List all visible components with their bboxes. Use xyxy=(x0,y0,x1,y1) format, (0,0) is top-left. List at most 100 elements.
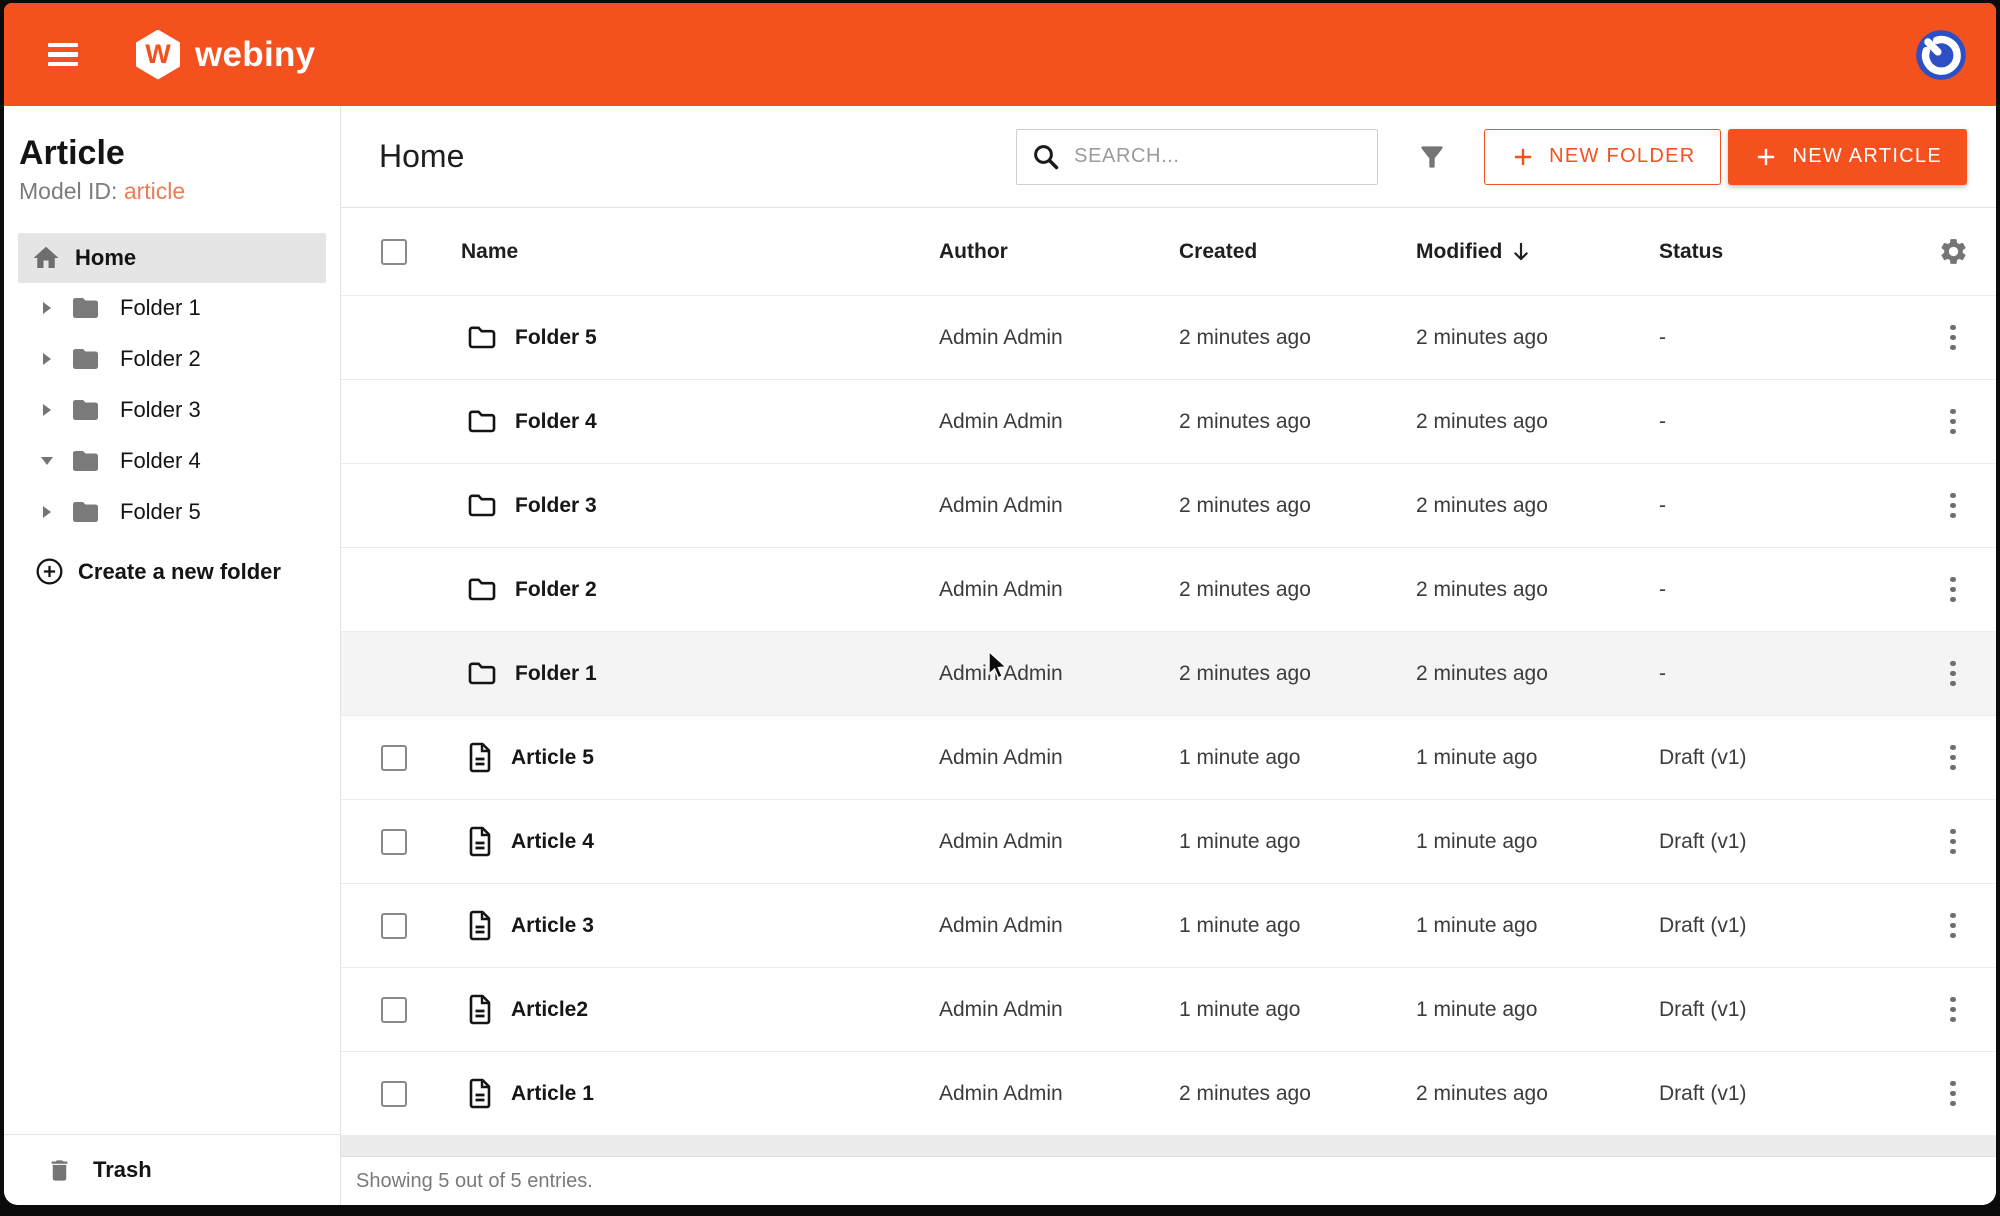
row-status: - xyxy=(1659,578,1925,602)
column-header-author[interactable]: Author xyxy=(939,240,1179,264)
row-status: Draft (v1) xyxy=(1659,914,1925,938)
row-actions-button[interactable] xyxy=(1925,907,1981,945)
row-modified: 2 minutes ago xyxy=(1416,410,1659,434)
table-row[interactable]: Article 4 Admin Admin 1 minute ago 1 min… xyxy=(341,800,1996,884)
create-folder-plus-icon xyxy=(36,558,63,585)
table-row[interactable]: Folder 2 Admin Admin 2 minutes ago 2 min… xyxy=(341,548,1996,632)
table-header: Name Author Created Modified Status xyxy=(341,208,1996,296)
row-name-label: Article 4 xyxy=(511,830,594,854)
row-modified: 2 minutes ago xyxy=(1416,326,1659,350)
sidebar-folder-label: Folder 4 xyxy=(120,448,201,474)
document-icon xyxy=(467,994,493,1025)
row-created: 2 minutes ago xyxy=(1179,578,1416,602)
table-settings-button[interactable] xyxy=(1925,236,1981,267)
table-row[interactable]: Folder 5 Admin Admin 2 minutes ago 2 min… xyxy=(341,296,1996,380)
row-actions-button[interactable] xyxy=(1925,1075,1981,1113)
caret-icon[interactable] xyxy=(42,403,52,417)
sidebar-folder-item[interactable]: Folder 3 xyxy=(4,385,340,436)
sidebar-item-home[interactable]: Home xyxy=(18,233,326,283)
filter-icon xyxy=(1416,141,1448,173)
row-created: 2 minutes ago xyxy=(1179,410,1416,434)
table-row[interactable]: Article 1 Admin Admin 2 minutes ago 2 mi… xyxy=(341,1052,1996,1136)
table-row[interactable]: Folder 1 Admin Admin 2 minutes ago 2 min… xyxy=(341,632,1996,716)
home-icon xyxy=(31,243,61,273)
row-name-label: Article 5 xyxy=(511,746,594,770)
main-panel: Home NEW FOLDER NEW ARTIC xyxy=(341,106,1996,1205)
row-actions-button[interactable] xyxy=(1925,571,1981,609)
row-created: 2 minutes ago xyxy=(1179,326,1416,350)
sidebar-item-trash[interactable]: Trash xyxy=(4,1134,340,1205)
kebab-menu-icon xyxy=(1944,487,1962,525)
row-actions-button[interactable] xyxy=(1925,655,1981,693)
row-name-cell: Article 4 xyxy=(461,826,939,857)
row-status: Draft (v1) xyxy=(1659,746,1925,770)
table-row[interactable]: Folder 4 Admin Admin 2 minutes ago 2 min… xyxy=(341,380,1996,464)
column-header-created[interactable]: Created xyxy=(1179,240,1416,264)
row-created: 2 minutes ago xyxy=(1179,662,1416,686)
row-author: Admin Admin xyxy=(939,746,1179,770)
sidebar-folder-item[interactable]: Folder 2 xyxy=(4,334,340,385)
kebab-menu-icon xyxy=(1944,571,1962,609)
document-icon xyxy=(467,910,493,941)
row-actions-button[interactable] xyxy=(1925,823,1981,861)
table-footer: Showing 5 out of 5 entries. xyxy=(341,1156,1996,1205)
row-actions-button[interactable] xyxy=(1925,487,1981,525)
top-bar: W webiny xyxy=(4,3,1996,106)
avatar-icon[interactable] xyxy=(1914,28,1968,82)
row-name-cell: Folder 1 xyxy=(461,660,939,687)
search-input[interactable] xyxy=(1074,145,1363,168)
row-checkbox[interactable] xyxy=(381,1081,407,1107)
select-all-checkbox[interactable] xyxy=(381,239,407,265)
column-header-modified[interactable]: Modified xyxy=(1416,239,1659,265)
logo-letter: W xyxy=(145,39,170,70)
caret-icon[interactable] xyxy=(42,454,52,468)
filter-button[interactable] xyxy=(1416,141,1448,173)
row-actions-button[interactable] xyxy=(1925,991,1981,1029)
row-actions-button[interactable] xyxy=(1925,739,1981,777)
row-author: Admin Admin xyxy=(939,326,1179,350)
row-author: Admin Admin xyxy=(939,494,1179,518)
caret-icon[interactable] xyxy=(42,352,52,366)
column-header-status[interactable]: Status xyxy=(1659,240,1925,264)
sidebar-folder-item[interactable]: Folder 1 xyxy=(4,283,340,334)
table-row[interactable]: Folder 3 Admin Admin 2 minutes ago 2 min… xyxy=(341,464,1996,548)
create-folder-button[interactable]: Create a new folder xyxy=(4,547,340,597)
folder-icon xyxy=(69,395,102,425)
row-checkbox[interactable] xyxy=(381,829,407,855)
row-name-label: Article 3 xyxy=(511,914,594,938)
new-folder-label: NEW FOLDER xyxy=(1549,145,1695,168)
model-id-value: article xyxy=(124,178,185,204)
row-status: - xyxy=(1659,494,1925,518)
row-checkbox[interactable] xyxy=(381,913,407,939)
table-row[interactable]: Article2 Admin Admin 1 minute ago 1 minu… xyxy=(341,968,1996,1052)
row-name-cell: Folder 3 xyxy=(461,492,939,519)
table-row[interactable]: Article 3 Admin Admin 1 minute ago 1 min… xyxy=(341,884,1996,968)
row-name-label: Article 1 xyxy=(511,1082,594,1106)
new-folder-button[interactable]: NEW FOLDER xyxy=(1484,129,1721,185)
hamburger-icon[interactable] xyxy=(48,43,78,67)
row-checkbox[interactable] xyxy=(381,745,407,771)
row-actions-button[interactable] xyxy=(1925,403,1981,441)
folder-icon xyxy=(467,324,497,351)
kebab-menu-icon xyxy=(1944,823,1962,861)
row-checkbox[interactable] xyxy=(381,997,407,1023)
sidebar-home-label: Home xyxy=(75,245,136,271)
row-status: Draft (v1) xyxy=(1659,1082,1925,1106)
column-header-name[interactable]: Name xyxy=(461,240,939,264)
table-row[interactable]: Article 5 Admin Admin 1 minute ago 1 min… xyxy=(341,716,1996,800)
sort-desc-arrow-icon xyxy=(1508,239,1534,265)
sidebar-folder-label: Folder 5 xyxy=(120,499,201,525)
sidebar-folder-item[interactable]: Folder 5 xyxy=(4,487,340,538)
row-actions-button[interactable] xyxy=(1925,319,1981,357)
kebab-menu-icon xyxy=(1944,739,1962,777)
table-body: Folder 5 Admin Admin 2 minutes ago 2 min… xyxy=(341,296,1996,1136)
folder-icon xyxy=(69,344,102,374)
row-modified: 2 minutes ago xyxy=(1416,1082,1659,1106)
row-created: 1 minute ago xyxy=(1179,914,1416,938)
new-article-button[interactable]: NEW ARTICLE xyxy=(1728,129,1967,185)
row-modified: 1 minute ago xyxy=(1416,746,1659,770)
caret-icon[interactable] xyxy=(42,505,52,519)
sidebar-folder-item[interactable]: Folder 4 xyxy=(4,436,340,487)
caret-icon[interactable] xyxy=(42,301,52,315)
kebab-menu-icon xyxy=(1944,655,1962,693)
